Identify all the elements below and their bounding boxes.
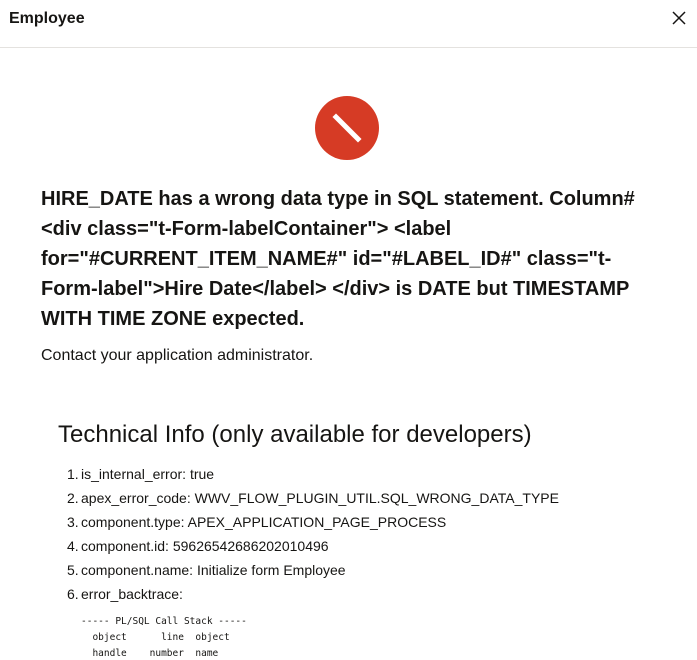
employee-dialog: Employee HIRE_DATE has a wrong data type… xyxy=(0,0,697,660)
dialog-content: HIRE_DATE has a wrong data type in SQL s… xyxy=(0,48,697,660)
technical-info-heading: Technical Info (only available for devel… xyxy=(58,421,532,448)
contact-admin-text: Contact your application administrator. xyxy=(41,347,314,364)
error-backtrace-stack: ----- PL/SQL Call Stack ----- object lin… xyxy=(81,614,247,660)
error-no-entry-icon xyxy=(315,96,379,160)
technical-info-list: 1. is_internal_error: true 2. apex_error_c… xyxy=(67,462,559,606)
stack-line: object line object xyxy=(81,632,230,643)
error-message: HIRE_DATE has a wrong data type in SQL s… xyxy=(41,188,635,330)
stack-line: ----- PL/SQL Call Stack ----- xyxy=(81,616,247,627)
dialog-title: Employee xyxy=(9,10,85,27)
stack-line: handle number name xyxy=(81,648,219,659)
close-icon[interactable] xyxy=(669,8,689,28)
list-item: 1. is_internal_error: true xyxy=(67,466,215,482)
list-item: 4. component.id: 59626542686202010496 xyxy=(67,538,329,554)
list-item: 6. error_backtrace: xyxy=(67,586,183,602)
dialog-titlebar: Employee xyxy=(0,0,697,48)
list-item: 5. component.name: Initialize form Employ… xyxy=(67,562,346,578)
list-item: 3. component.type: APEX_APPLICATION_PAGE_… xyxy=(67,514,447,530)
list-item: 2. apex_error_code: WWV_FLOW_PLUGIN_UTIL.… xyxy=(67,490,559,506)
